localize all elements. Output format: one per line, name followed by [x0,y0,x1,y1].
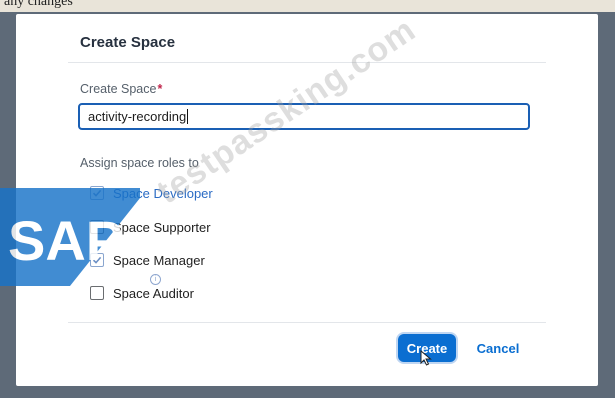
space-auditor-label: Space Auditor [113,285,194,301]
space-auditor-checkbox[interactable] [90,286,104,300]
text-caret [187,109,189,124]
required-marker: * [157,82,163,96]
role-space-auditor[interactable]: Space Auditor [90,284,194,302]
sap-logo-text: SAP [8,209,123,272]
mouse-pointer-icon [420,350,432,366]
sap-logo: SAP [0,188,140,286]
background-strip: any changes [0,0,615,12]
top-caption: any changes [4,0,73,9]
title-divider [68,62,546,63]
space-name-label-text: Create Space [80,82,157,96]
dialog-title: Create Space [80,34,176,51]
cancel-button[interactable]: Cancel [466,334,530,362]
space-name-label: Create Space* [80,82,162,96]
space-name-value: activity-recording [88,109,187,124]
footer-divider [68,322,546,323]
